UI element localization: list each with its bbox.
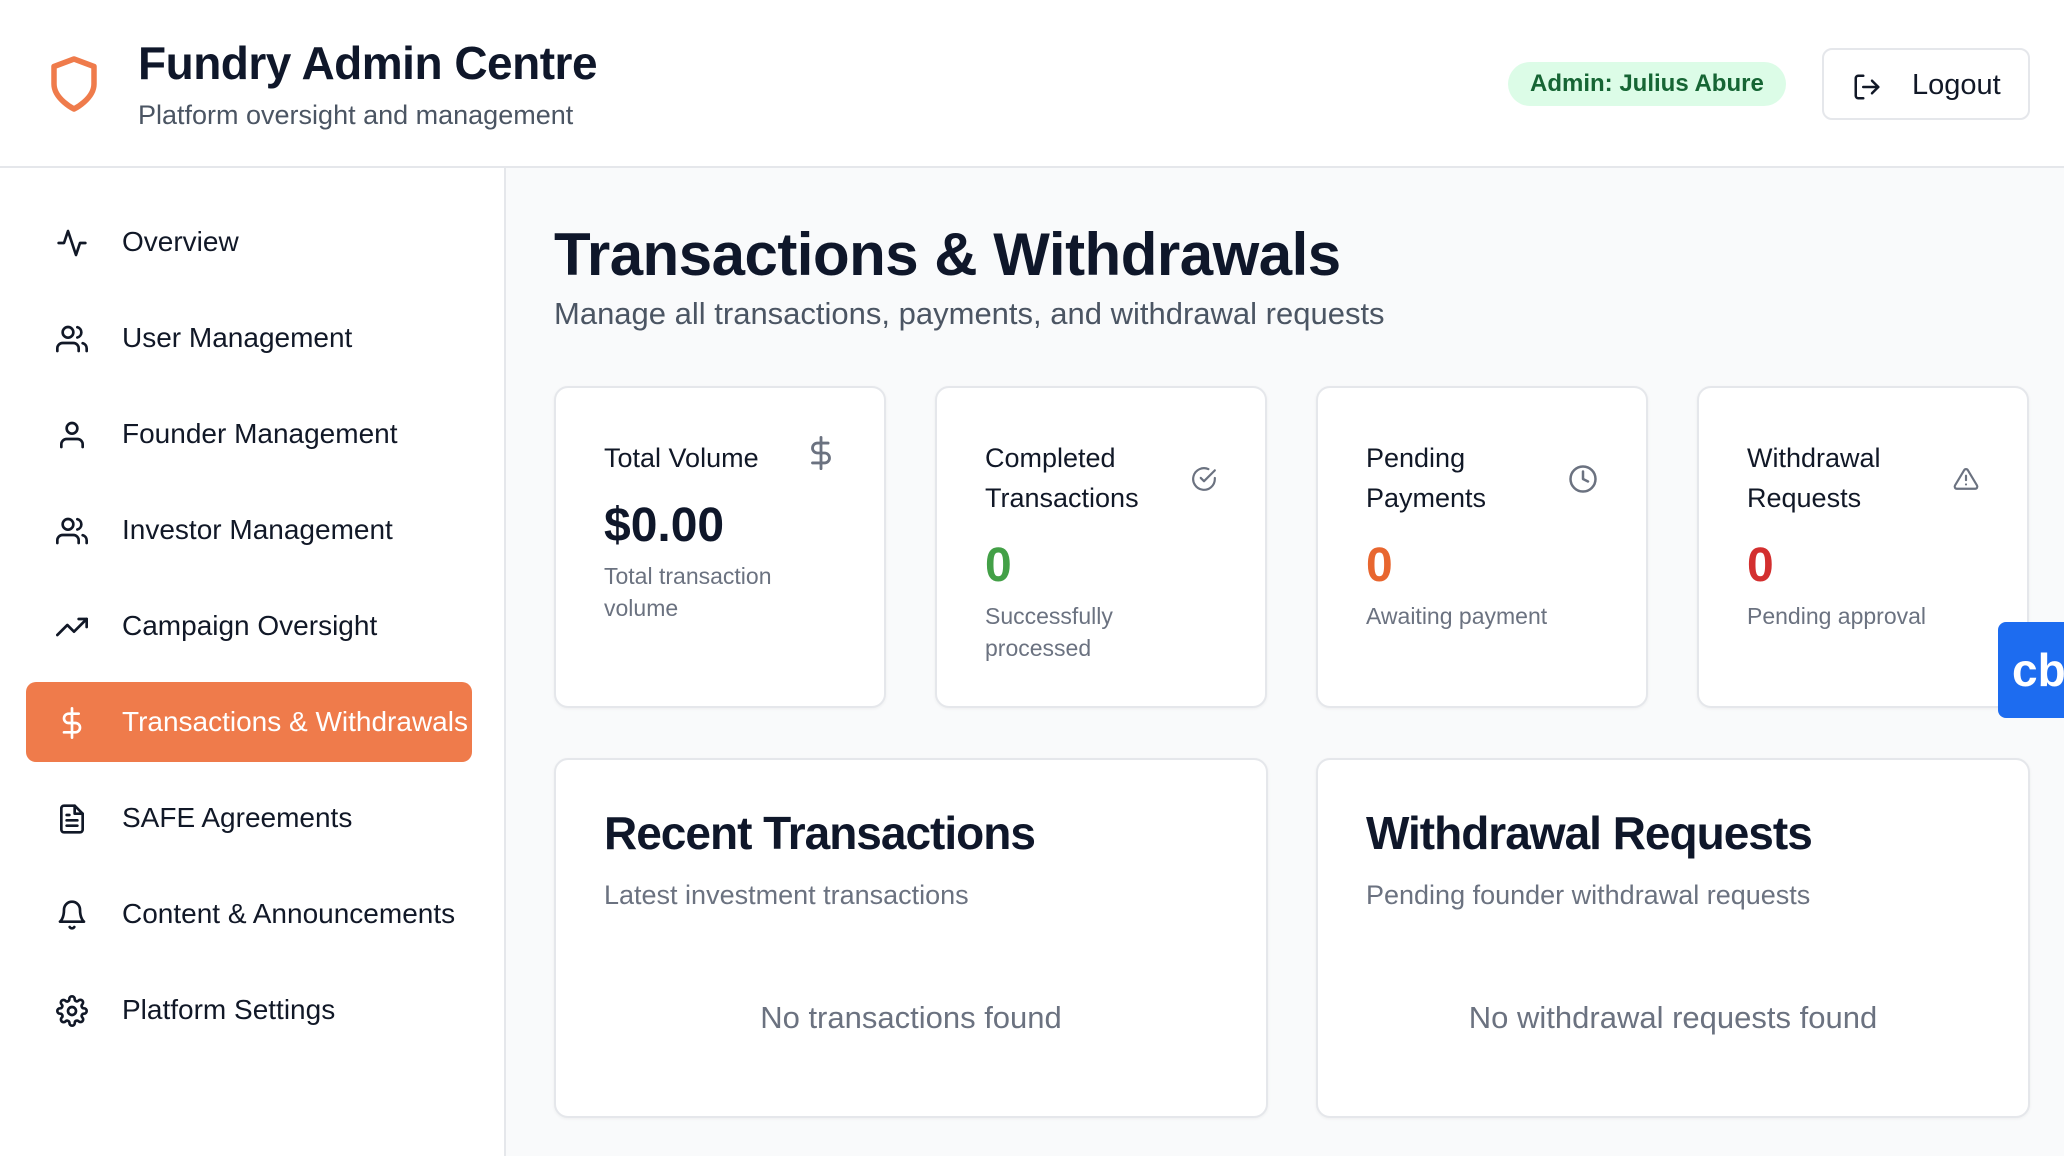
settings-icon: [56, 995, 88, 1027]
stat-title: Completed Transactions: [985, 443, 1139, 513]
app-header: Fundry Admin Centre Platform oversight a…: [0, 0, 2064, 168]
dollar-icon: [62, 707, 82, 739]
shield-icon: [51, 56, 97, 112]
sidebar-item-platform-settings[interactable]: Platform Settings: [26, 970, 472, 1050]
sidebar-item-label: Content & Announcements: [122, 898, 456, 929]
sidebar-item-transactions[interactable]: Transactions & Withdrawals: [26, 682, 472, 762]
sidebar-item-campaign-oversight[interactable]: Campaign Oversight: [26, 586, 472, 666]
stat-value: 0: [985, 539, 1012, 592]
stat-value: $0.00: [604, 499, 725, 552]
alert-triangle-icon: [1953, 468, 1979, 490]
empty-state-text: No withdrawal requests found: [1468, 1000, 1878, 1035]
stat-description: Awaiting payment: [1366, 603, 1548, 629]
sidebar-item-label: SAFE Agreements: [122, 802, 353, 833]
stat-card-withdrawals: Withdrawal Requests 0 Pending approval: [1697, 386, 2029, 708]
sidebar-item-label: Investor Management: [122, 514, 393, 545]
panel-title: Withdrawal Requests: [1366, 807, 1813, 859]
stat-description: Total transaction volume: [604, 563, 772, 621]
sidebar-item-label: Overview: [122, 226, 239, 257]
panel-subtitle: Latest investment transactions: [604, 880, 969, 910]
admin-badge: Admin: Julius Abure: [1508, 62, 1786, 106]
sidebar-item-investor-management[interactable]: Investor Management: [26, 490, 472, 570]
stat-title: Total Volume: [604, 443, 759, 473]
trending-up-icon: [56, 617, 88, 637]
users-icon: [56, 325, 88, 353]
user-icon: [60, 421, 84, 449]
sidebar-item-content-announcements[interactable]: Content & Announcements: [26, 874, 472, 954]
withdrawal-requests-panel: Withdrawal Requests Pending founder with…: [1316, 758, 2030, 1118]
file-text-icon: [60, 804, 84, 834]
sidebar-item-founder-management[interactable]: Founder Management: [26, 394, 472, 474]
panel-subtitle: Pending founder withdrawal requests: [1366, 880, 1811, 910]
sidebar-item-label: Campaign Oversight: [122, 610, 378, 641]
stat-card-total-volume: Total Volume $0.00 Total transaction vol…: [554, 386, 886, 708]
sidebar-item-label: Transactions & Withdrawals: [122, 706, 468, 737]
sidebar-item-label: Founder Management: [122, 418, 398, 449]
sidebar-item-overview[interactable]: Overview: [26, 202, 472, 282]
sidebar-item-user-management[interactable]: User Management: [26, 298, 472, 378]
logout-icon: [1854, 74, 1880, 100]
stat-description: Pending approval: [1747, 603, 1927, 629]
stat-card-completed: Completed Transactions 0 Successfully pr…: [935, 386, 1267, 708]
empty-state-text: No transactions found: [760, 1000, 1062, 1035]
stat-title: Withdrawal Requests: [1747, 443, 1881, 513]
main-content: Transactions & Withdrawals Manage all tr…: [506, 168, 2064, 1156]
recent-transactions-panel: Recent Transactions Latest investment tr…: [554, 758, 1268, 1118]
sidebar-item-label: User Management: [122, 322, 353, 353]
logout-label: Logout: [1912, 69, 2001, 101]
floating-widget-button[interactable]: cb: [1998, 622, 2064, 718]
stat-description: Successfully processed: [985, 603, 1113, 661]
bell-icon: [58, 900, 86, 930]
stat-value: 0: [1366, 539, 1393, 592]
stat-value: 0: [1747, 539, 1774, 592]
check-circle-icon: [1192, 467, 1216, 491]
logout-button[interactable]: Logout: [1822, 48, 2030, 120]
dollar-icon: [811, 436, 831, 470]
sidebar: Overview User Management Founder Managem…: [0, 168, 506, 1156]
clock-icon: [1569, 465, 1597, 493]
stat-card-pending: Pending Payments 0 Awaiting payment: [1316, 386, 1648, 708]
app-subtitle: Platform oversight and management: [138, 100, 574, 130]
panel-title: Recent Transactions: [604, 807, 1036, 859]
page-title: Transactions & Withdrawals: [554, 221, 1341, 288]
stat-title: Pending Payments: [1366, 443, 1487, 513]
page-subtitle: Manage all transactions, payments, and w…: [554, 296, 1385, 331]
users-icon: [56, 517, 88, 545]
sidebar-item-label: Platform Settings: [122, 994, 336, 1025]
activity-icon: [57, 229, 87, 257]
app-title: Fundry Admin Centre: [138, 37, 598, 89]
sidebar-item-safe-agreements[interactable]: SAFE Agreements: [26, 778, 472, 858]
